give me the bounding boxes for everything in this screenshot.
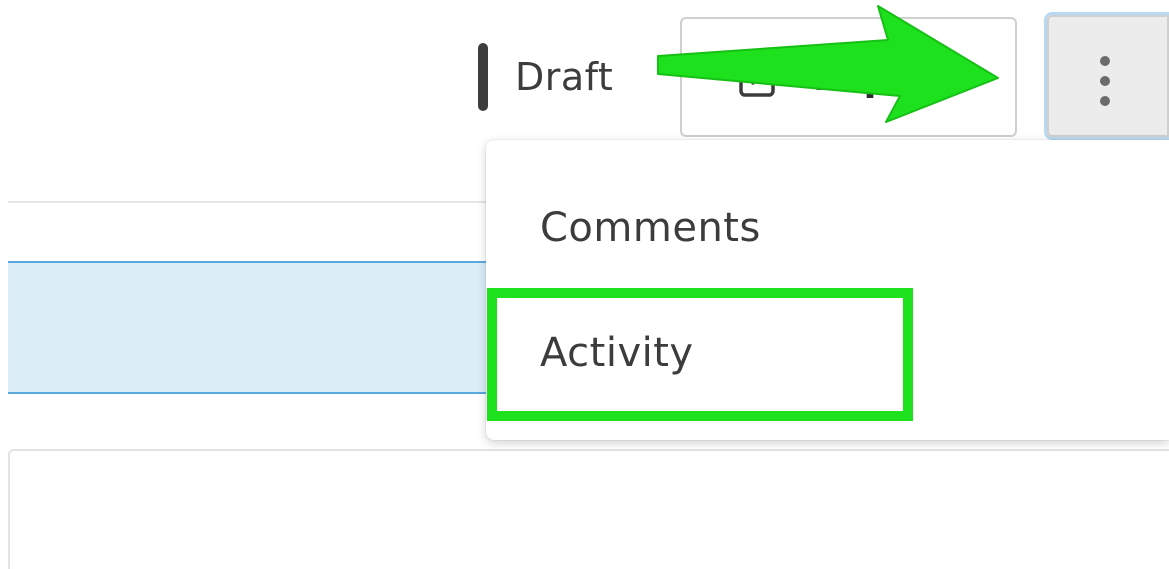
table-divider xyxy=(8,201,508,203)
more-vertical-icon xyxy=(1100,56,1110,106)
menu-item-label: Comments xyxy=(540,204,761,251)
status-label: Draft xyxy=(515,55,614,99)
menu-item-comments[interactable]: Comments xyxy=(486,165,1169,290)
more-options-button[interactable] xyxy=(1044,12,1169,140)
content-panel xyxy=(8,449,1169,569)
arrow-right-icon xyxy=(657,5,999,123)
status-color-bar xyxy=(478,43,488,111)
status-indicator: Draft xyxy=(478,42,613,112)
selected-table-row[interactable] xyxy=(8,261,508,394)
annotation-highlight-box xyxy=(487,288,913,421)
